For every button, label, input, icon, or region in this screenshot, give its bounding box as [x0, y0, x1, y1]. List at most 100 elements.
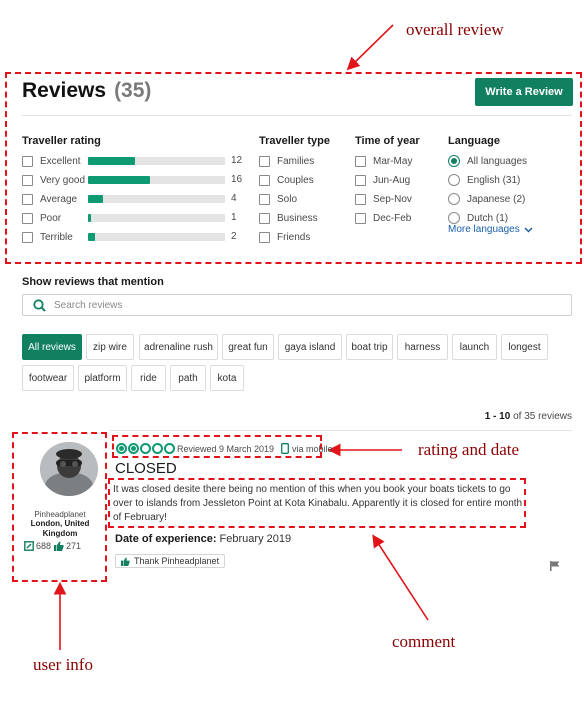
traveller-type-filter-solo[interactable]: Solo [259, 192, 297, 206]
thank-button[interactable]: Thank Pinheadplanet [115, 554, 226, 568]
via-mobile-label: via mobile [292, 443, 333, 454]
doe-label: Date of experience: [115, 533, 217, 545]
chip-gaya-island[interactable]: gaya island [278, 334, 342, 360]
checkbox[interactable] [22, 155, 33, 167]
doe-value: February 2019 [219, 533, 292, 545]
radio-button[interactable] [448, 193, 460, 205]
more-languages-link[interactable]: More languages [448, 224, 533, 235]
review-divider [110, 430, 572, 431]
search-icon [33, 298, 46, 312]
rating-bubble [128, 443, 139, 454]
via-mobile: via mobile [281, 443, 333, 454]
page-title: Reviews (35) [22, 79, 151, 103]
rating-bubble [140, 443, 151, 454]
rating-bar [88, 214, 225, 222]
filter-label: Friends [277, 231, 311, 243]
reviewer-name[interactable]: Pinheadplanet [15, 510, 105, 519]
traveller-type-filter-business[interactable]: Business [259, 211, 318, 225]
search-box [22, 294, 572, 316]
radio-button[interactable] [448, 174, 460, 186]
chip-harness[interactable]: harness [397, 334, 448, 360]
rating-filter-average[interactable]: Average [22, 192, 77, 206]
chip-boat-trip[interactable]: boat trip [346, 334, 393, 360]
helpful-count: 271 [66, 541, 82, 551]
chip-longest[interactable]: longest [501, 334, 548, 360]
radio-button[interactable] [448, 155, 460, 167]
language-label: English (31) [467, 174, 521, 186]
review-title[interactable]: CLOSED [115, 460, 177, 477]
checkbox[interactable] [355, 193, 366, 205]
rating-bar-fill [88, 214, 91, 222]
time-of-year-filter-mar-may[interactable]: Mar-May [355, 154, 412, 168]
chip-path[interactable]: path [170, 365, 206, 391]
language-option-all-languages[interactable]: All languages [448, 154, 527, 168]
rating-bubble [116, 443, 127, 454]
language-heading: Language [448, 135, 500, 147]
checkbox[interactable] [259, 155, 270, 167]
checkbox[interactable] [22, 174, 33, 186]
chip-ride[interactable]: ride [131, 365, 166, 391]
date-of-experience: Date of experience: February 2019 [115, 533, 291, 545]
language-label: All languages [467, 155, 528, 167]
chip-kota[interactable]: kota [210, 365, 244, 391]
checkbox[interactable] [259, 231, 270, 243]
language-option-english-31[interactable]: English (31) [448, 173, 520, 187]
reviewer-stats: 688 271 [24, 541, 81, 551]
rating-count: 12 [231, 155, 243, 166]
avatar[interactable] [40, 442, 98, 496]
checkbox[interactable] [355, 174, 366, 186]
rating-bar [88, 157, 225, 165]
chip-platform[interactable]: platform [78, 365, 127, 391]
write-review-button[interactable]: Write a Review [475, 78, 573, 106]
rating-filter-very-good[interactable]: Very good [22, 173, 85, 187]
filter-label: Mar-May [373, 155, 413, 167]
checkbox[interactable] [259, 193, 270, 205]
language-option-dutch-1[interactable]: Dutch (1) [448, 211, 508, 225]
thumbs-up-icon [121, 556, 130, 566]
chip-great-fun[interactable]: great fun [222, 334, 274, 360]
annotation-user-info: user info [33, 655, 93, 674]
traveller-type-filter-couples[interactable]: Couples [259, 173, 314, 187]
rating-bar [88, 233, 225, 241]
search-input[interactable] [54, 299, 524, 311]
language-label: Japanese (2) [467, 193, 526, 205]
checkbox[interactable] [22, 231, 33, 243]
chip-footwear[interactable]: footwear [22, 365, 74, 391]
language-label: Dutch (1) [467, 212, 509, 224]
rating-filter-label: Excellent [40, 155, 81, 167]
rating-bubble [164, 443, 175, 454]
chip-adrenaline-rush[interactable]: adrenaline rush [139, 334, 218, 360]
traveller-type-filter-families[interactable]: Families [259, 154, 314, 168]
chip-launch[interactable]: launch [452, 334, 497, 360]
rating-bar-fill [88, 233, 95, 241]
avatar-image [40, 442, 98, 496]
rating-filter-label: Terrible [40, 231, 73, 243]
flag-icon[interactable] [550, 561, 560, 571]
chip-zip-wire[interactable]: zip wire [86, 334, 134, 360]
rating-filter-label: Poor [40, 212, 62, 224]
chevron-down-icon [524, 226, 533, 233]
checkbox[interactable] [22, 193, 33, 205]
checkbox[interactable] [355, 155, 366, 167]
review-date: Reviewed 9 March 2019 [177, 444, 275, 454]
time-of-year-filter-jun-aug[interactable]: Jun-Aug [355, 173, 410, 187]
checkbox[interactable] [22, 212, 33, 224]
radio-button[interactable] [448, 212, 460, 224]
rating-count: 16 [231, 174, 243, 185]
traveller-type-filter-friends[interactable]: Friends [259, 230, 310, 244]
rating-bar [88, 176, 225, 184]
reviews-title-text: Reviews [22, 79, 107, 102]
checkbox[interactable] [259, 212, 270, 224]
chip-all-reviews[interactable]: All reviews [22, 334, 82, 360]
rating-filter-excellent[interactable]: Excellent [22, 154, 81, 168]
rating-filter-label: Very good [40, 174, 86, 186]
time-of-year-filter-dec-feb[interactable]: Dec-Feb [355, 211, 411, 225]
time-of-year-filter-sep-nov[interactable]: Sep-Nov [355, 192, 412, 206]
rating-filter-terrible[interactable]: Terrible [22, 230, 73, 244]
rating-count: 4 [231, 193, 237, 204]
annotation-arrow-icon [372, 534, 429, 621]
language-option-japanese-2[interactable]: Japanese (2) [448, 192, 525, 206]
checkbox[interactable] [355, 212, 366, 224]
rating-filter-poor[interactable]: Poor [22, 211, 61, 225]
checkbox[interactable] [259, 174, 270, 186]
